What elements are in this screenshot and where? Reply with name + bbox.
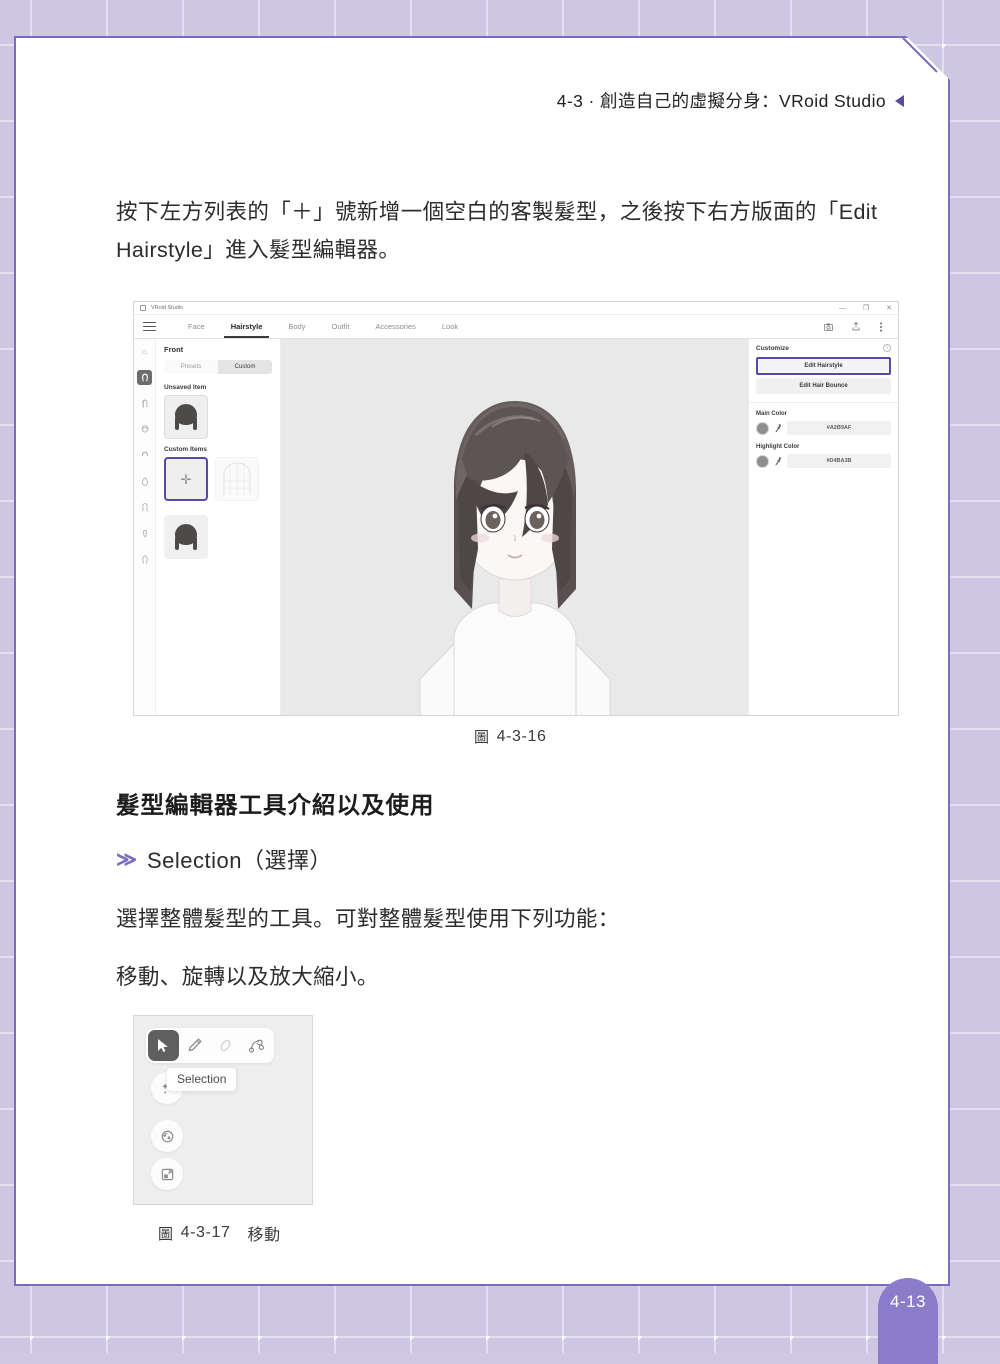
hair-thumb-graphic (171, 402, 201, 432)
main-color-label: Main Color (756, 411, 787, 417)
chevron-double-right-icon: ≫ (116, 848, 133, 871)
hair-extra-icon[interactable] (137, 500, 152, 515)
hair-side-icon[interactable] (137, 422, 152, 437)
export-icon[interactable] (852, 322, 860, 331)
running-header-text: 4-3 · 創造自己的虛擬分身：VRoid Studio (556, 91, 886, 111)
eyedropper-icon-2[interactable] (773, 456, 782, 465)
section-title: 髮型編輯器工具介紹以及使用 (116, 792, 435, 818)
rotate-tool-button[interactable] (151, 1120, 183, 1152)
control-point-tool-button[interactable] (241, 1030, 272, 1061)
panel-divider (749, 402, 898, 403)
running-header: 4-3 · 創造自己的虛擬分身：VRoid Studio (557, 88, 904, 113)
figure-number-2: 4-3-17 (180, 1224, 231, 1241)
figure-glyph: 圖 (474, 729, 490, 746)
maximize-button[interactable]: ❐ (863, 305, 869, 312)
vroid-app-logo-icon (140, 305, 146, 311)
info-icon[interactable]: i (883, 344, 891, 352)
vroid-window-title: VRoid Studio (151, 305, 184, 311)
vroid-studio-screenshot: VRoid Studio — ❐ ✕ Face Hairstyle Body O… (133, 301, 899, 716)
avatar-preview-image (281, 339, 748, 716)
subsection-heading: ≫ Selection（選擇） (116, 843, 332, 875)
paragraph-intro: 按下左方列表的「＋」號新增一個空白的客製髮型，之後按下右方版面的「Edit Ha… (116, 200, 878, 262)
hair-thumbnail-custom[interactable] (164, 515, 208, 559)
subsection-heading-text: Selection（選擇） (146, 848, 332, 873)
group-label-custom: Custom Items (164, 446, 207, 453)
hamburger-menu-icon[interactable] (143, 322, 156, 331)
hair-editor-toolbar-figure: Selection (133, 1015, 313, 1205)
vroid-left-panel: Front Presets Custom Unsaved Item Custom… (156, 339, 281, 716)
tab-body[interactable]: Body (275, 317, 318, 337)
highlight-color-hex[interactable]: #D4BA3B (787, 454, 891, 468)
tab-outfit[interactable]: Outfit (318, 317, 362, 337)
close-button[interactable]: ✕ (886, 305, 892, 312)
camera-icon[interactable] (824, 323, 833, 331)
tab-face[interactable]: Face (175, 317, 218, 337)
page-number: 4-13 (889, 1292, 927, 1311)
hair-bangs-icon[interactable] (137, 448, 152, 463)
main-color-swatch[interactable] (756, 422, 769, 435)
figure-caption-2: 圖 4-3-17 移動 (158, 1221, 281, 1245)
main-color-hex[interactable]: #A2B9AF (787, 421, 891, 435)
paragraph-selection-2: 移動、旋轉以及放大縮小。 (116, 965, 379, 989)
add-new-hair-item-button[interactable]: ✛ (164, 457, 208, 501)
customize-title: Customize (756, 344, 789, 352)
figure-glyph-2: 圖 (158, 1225, 174, 1243)
draw-tool-button[interactable] (179, 1030, 210, 1061)
figure-caption-1: 圖 4-3-16 (474, 726, 546, 747)
hair-other-icon[interactable] (137, 552, 152, 567)
selection-tool-button[interactable] (148, 1030, 179, 1061)
page-number-tab: 4-13 (878, 1278, 938, 1364)
header-arrow-icon (895, 95, 904, 107)
window-controls: — ❐ ✕ (839, 305, 892, 312)
plus-icon: ✛ (180, 471, 192, 487)
hair-thumbnail-unsaved[interactable] (164, 395, 208, 439)
erase-tool-button[interactable] (210, 1030, 241, 1061)
tool-toolbar (146, 1028, 274, 1063)
hair-accessory-icon[interactable] (137, 526, 152, 541)
preset-custom-toggle: Presets Custom (164, 360, 272, 374)
tab-accessories[interactable]: Accessories (362, 317, 428, 337)
hair-back-icon[interactable] (137, 396, 152, 411)
highlight-color-swatch[interactable] (756, 455, 769, 468)
hair-ahoge-icon[interactable] (137, 474, 152, 489)
wireframe-hair-thumbnail[interactable] (215, 457, 259, 501)
hair-thumb-graphic-2 (171, 522, 201, 552)
vroid-menubar: Face Hairstyle Body Outfit Accessories L… (134, 315, 898, 339)
scale-tool-button[interactable] (151, 1158, 183, 1190)
model-viewport[interactable] (281, 339, 748, 716)
segment-presets[interactable]: Presets (164, 360, 218, 374)
paragraph-selection-1: 選擇整體髮型的工具。可對整體髮型使用下列功能： (116, 907, 620, 931)
more-menu-icon[interactable] (879, 322, 883, 332)
left-panel-title: Front (164, 345, 184, 354)
edit-hairstyle-button[interactable]: Edit Hairstyle (756, 357, 891, 375)
figure-title-2: 移動 (247, 1227, 281, 1244)
minimize-button[interactable]: — (839, 305, 846, 312)
vroid-titlebar: VRoid Studio — ❐ ✕ (134, 302, 898, 315)
vroid-right-panel: Customize i Edit Hairstyle Edit Hair Bou… (748, 339, 898, 716)
figure-number: 4-3-16 (496, 727, 547, 745)
edit-hair-bounce-button[interactable]: Edit Hair Bounce (756, 378, 891, 394)
tab-look[interactable]: Look (429, 317, 471, 337)
home-icon[interactable]: ⌂ (137, 344, 152, 359)
vroid-icon-rail: ⌂ (134, 339, 156, 716)
selection-tooltip: Selection (167, 1068, 236, 1091)
tab-hairstyle[interactable]: Hairstyle (218, 317, 276, 337)
page-sheet: 4-3 · 創造自己的虛擬分身：VRoid Studio 按下左方列表的「＋」號… (14, 36, 950, 1286)
hairstyle-icon[interactable] (137, 370, 152, 385)
group-label-unsaved: Unsaved Item (164, 384, 207, 391)
segment-custom[interactable]: Custom (218, 360, 272, 374)
highlight-color-label: Highlight Color (756, 444, 800, 450)
eyedropper-icon[interactable] (773, 423, 782, 432)
